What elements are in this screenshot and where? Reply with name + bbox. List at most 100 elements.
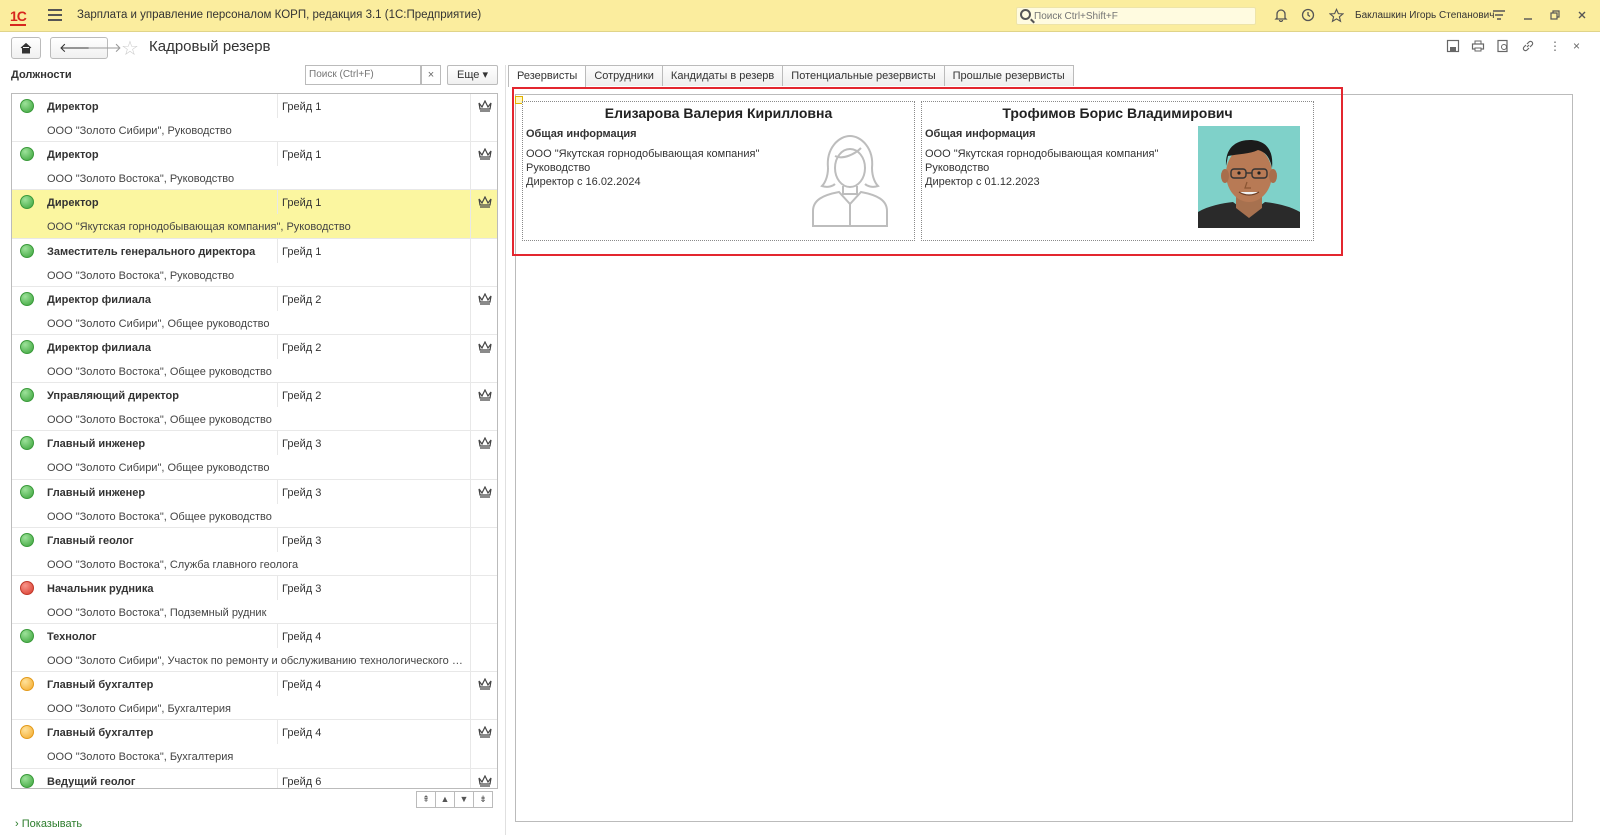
- position-grade: Грейд 6: [282, 775, 322, 788]
- show-link-label: Показывать: [21, 818, 83, 830]
- status-green-icon: [20, 291, 34, 306]
- status-orange-icon: [20, 725, 34, 740]
- position-name: Главный геолог: [47, 534, 134, 547]
- crown-icon: [478, 196, 492, 211]
- home-icon: [20, 42, 32, 54]
- position-name: Ведущий геолог: [47, 775, 136, 788]
- forward-arrow-icon[interactable]: 🡒: [87, 40, 122, 56]
- list-item[interactable]: Директор филиала Грейд 2 ООО "Золото Сибир…: [12, 286, 497, 335]
- global-search[interactable]: [1016, 7, 1256, 25]
- show-link[interactable]: › Показывать: [15, 818, 82, 830]
- position-org: ООО "Золото Сибири", Общее руководство: [47, 462, 270, 475]
- list-item[interactable]: Главный геолог Грейд 3 ООО "Золото Востока…: [12, 527, 497, 576]
- list-item[interactable]: Директор Грейд 1 ООО "Якутская горнодобыва…: [12, 190, 497, 239]
- save-icon[interactable]: [1446, 39, 1460, 56]
- panel-splitter[interactable]: [505, 65, 506, 835]
- position-name: Директор филиала: [47, 341, 152, 354]
- list-item[interactable]: Главный бухгалтер Грейд 4 ООО "Золото Вост…: [12, 720, 497, 769]
- main-menu-icon[interactable]: [48, 9, 62, 21]
- list-item[interactable]: Директор Грейд 1 ООО "Золото Востока", Рук…: [12, 142, 497, 191]
- positions-search-input[interactable]: [306, 66, 406, 83]
- crown-icon: [478, 436, 492, 452]
- status-green-icon: [20, 532, 34, 547]
- position-grade: Грейд 4: [282, 631, 322, 644]
- settings-lines-icon[interactable]: [1491, 8, 1507, 24]
- more-button[interactable]: Еще ▾: [447, 65, 498, 85]
- list-item[interactable]: Управляющий директор Грейд 2 ООО "Золото В…: [12, 383, 497, 432]
- position-org: ООО "Золото Востока", Общее руководство: [47, 510, 272, 523]
- minimize-icon[interactable]: [1520, 8, 1536, 24]
- status-green-icon: [20, 484, 34, 499]
- position-org: ООО "Золото Сибири", Участок по ремонту …: [47, 655, 467, 668]
- position-name: Директор: [47, 101, 99, 113]
- scroll-down-button[interactable]: ▼: [454, 791, 474, 808]
- close-window-icon[interactable]: [1574, 8, 1590, 24]
- position-org: ООО "Золото Востока", Руководство: [47, 173, 235, 186]
- list-item[interactable]: Главный бухгалтер Грейд 4 ООО "Золото Сиби…: [12, 672, 497, 721]
- scroll-up-button[interactable]: ▲: [435, 791, 455, 808]
- chevron-right-icon: ›: [15, 818, 19, 830]
- title-bar: 1С Зарплата и управление персоналом КОРП…: [0, 0, 1600, 32]
- tab-reservists[interactable]: Резервисты: [508, 65, 587, 87]
- global-search-input[interactable]: [1034, 9, 1249, 23]
- position-grade: Грейд 1: [282, 101, 322, 113]
- position-grade: Грейд 4: [282, 727, 322, 740]
- print-icon[interactable]: [1471, 39, 1485, 56]
- favorites-star-icon[interactable]: [1328, 8, 1344, 24]
- list-item[interactable]: Главный инженер Грейд 3 ООО "Золото Сибири…: [12, 431, 497, 480]
- tab-potential[interactable]: Потенциальные резервисты: [782, 65, 945, 86]
- tab-past[interactable]: Прошлые резервисты: [943, 65, 1074, 86]
- crown-icon: [478, 340, 492, 356]
- bell-icon[interactable]: [1273, 8, 1289, 24]
- nav-buttons: 🡐 🡒: [50, 37, 122, 59]
- status-green-icon: [20, 195, 34, 210]
- status-orange-icon: [20, 677, 34, 692]
- positions-search[interactable]: [305, 65, 421, 85]
- position-org: ООО "Якутская горнодобывающая компания",…: [47, 221, 351, 234]
- preview-icon[interactable]: [1496, 39, 1510, 56]
- app-logo[interactable]: 1С: [10, 8, 27, 26]
- positions-list[interactable]: Директор Грейд 1 ООО "Золото Сибири", Руко…: [11, 93, 498, 789]
- scroll-bottom-button[interactable]: ⇟: [473, 791, 493, 808]
- position-grade: Грейд 2: [282, 390, 322, 403]
- position-name: Директор филиала: [47, 293, 152, 306]
- status-green-icon: [20, 339, 34, 354]
- position-name: Директор: [47, 197, 99, 210]
- add-favorite-star-icon[interactable]: ☆: [121, 36, 139, 61]
- list-item[interactable]: Технолог Грейд 4 ООО "Золото Сибири", Учас…: [12, 624, 497, 673]
- crown-icon: [478, 726, 492, 741]
- position-org: ООО "Золото Востока", Бухгалтерия: [47, 751, 234, 764]
- list-item[interactable]: Директор Грейд 1 ООО "Золото Сибири", Руко…: [12, 94, 497, 143]
- list-item[interactable]: Ведущий геолог Грейд 6: [12, 768, 497, 788]
- scroll-top-button[interactable]: ⇞: [416, 791, 436, 808]
- position-grade: Грейд 3: [282, 534, 322, 547]
- home-button[interactable]: [11, 37, 41, 59]
- list-item[interactable]: Директор филиала Грейд 2 ООО "Золото Восто…: [12, 334, 497, 384]
- link-icon[interactable]: [1521, 39, 1535, 56]
- position-name: Технолог: [47, 631, 97, 644]
- crown-icon: [478, 292, 492, 308]
- position-grade: Грейд 1: [282, 245, 322, 258]
- position-grade: Грейд 1: [282, 149, 322, 162]
- position-grade: Грейд 1: [282, 197, 322, 210]
- history-icon[interactable]: [1300, 8, 1316, 24]
- list-item[interactable]: Главный инженер Грейд 3 ООО "Золото Восток…: [12, 479, 497, 528]
- tab-employees[interactable]: Сотрудники: [585, 65, 663, 86]
- position-org: ООО "Золото Востока", Подземный рудник: [47, 606, 267, 619]
- list-item[interactable]: Заместитель генерального директора Грейд …: [12, 238, 497, 287]
- status-red-icon: [20, 580, 34, 595]
- list-item[interactable]: Начальник рудника Грейд 3 ООО "Золото Вост…: [12, 575, 497, 625]
- crown-icon: [478, 485, 492, 501]
- tab-candidates[interactable]: Кандидаты в резерв: [661, 65, 784, 86]
- current-user[interactable]: Баклашкин Игорь Степанович: [1355, 10, 1494, 21]
- restore-icon[interactable]: [1547, 8, 1563, 24]
- crown-icon: [478, 147, 492, 163]
- position-org: ООО "Золото Востока", Общее руководство: [47, 365, 272, 378]
- crown-icon: [478, 677, 492, 693]
- highlight-frame: [512, 87, 1343, 256]
- more-vertical-icon[interactable]: ⋮: [1549, 39, 1561, 53]
- clear-search-button[interactable]: ×: [421, 65, 441, 85]
- position-name: Управляющий директор: [47, 390, 179, 403]
- position-org: ООО "Золото Сибири", Общее руководство: [47, 317, 270, 330]
- close-form-icon[interactable]: ×: [1573, 39, 1580, 53]
